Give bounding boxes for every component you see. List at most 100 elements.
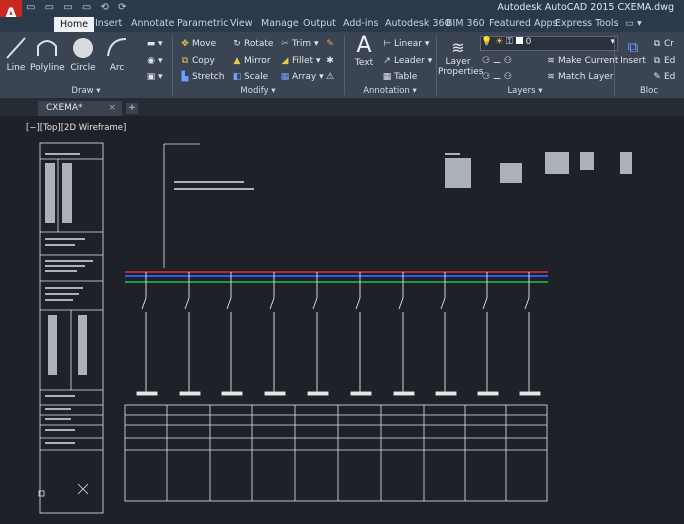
tab-manage[interactable]: Manage (261, 18, 299, 29)
feeder-4 (269, 297, 275, 310)
explode-icon: ✱ (326, 56, 334, 66)
layer-off-icon: ⚆ ⚊ ⚇ (482, 56, 512, 66)
mirror-tool[interactable]: ▲ Mirror (232, 56, 271, 66)
gradient-tool[interactable]: ▣ ▾ (146, 72, 163, 82)
line-tool[interactable]: Line (4, 36, 28, 73)
linear-label: Linear ▾ (394, 39, 430, 49)
move-tool[interactable]: ✥ Move (180, 39, 216, 49)
text-tool[interactable]: A Text (352, 34, 376, 69)
drawing-tab-label: CXEMA* (46, 103, 83, 113)
edit-block-label: Ed (664, 56, 676, 66)
rotate-tool[interactable]: ↻ Rotate (232, 39, 273, 49)
stretch-icon: ▙ (181, 72, 189, 82)
layer-properties-icon: ≋ (451, 38, 465, 57)
tab-home[interactable]: Home (54, 17, 95, 32)
polyline-tool[interactable]: Polyline (30, 36, 65, 73)
stretch-tool[interactable]: ▙ Stretch (180, 72, 225, 82)
layers-panel-label[interactable]: Layers ▾ (436, 86, 614, 97)
modify-panel-label[interactable]: Modify ▾ (172, 86, 344, 97)
copy-icon: ⧉ (181, 56, 189, 66)
feeder-3 (226, 297, 232, 310)
layer-tools-row1[interactable]: ⚆ ⚊ ⚇ (482, 56, 512, 66)
erase-icon: ✎ (326, 39, 334, 49)
linear-dimension-tool[interactable]: ⊢ Linear ▾ (382, 39, 429, 49)
tab-extra-icon[interactable]: ▭ ▾ (625, 18, 642, 29)
trim-tool[interactable]: ✂ Trim ▾ (280, 39, 318, 49)
arc-tool[interactable]: Arc (105, 36, 129, 73)
rotate-icon: ↻ (233, 39, 241, 49)
layer-name-value: 0 (525, 37, 532, 47)
scale-label: Scale (244, 72, 269, 82)
sun-icon: ☀ (495, 37, 504, 47)
array-label: Array ▾ (292, 72, 324, 82)
create-block-label: Cr (664, 39, 674, 49)
make-current-button[interactable]: ≋ Make Current (546, 56, 618, 66)
ribbon: Line Polyline Circle Arc ▬ ▾ ◉ ▾ ▣ ▾ Draw ▾… (0, 32, 684, 99)
erase-tool[interactable]: ✎ (325, 39, 337, 49)
title-bar: ▭ ▭ ▭ ▭ ⟲ ⟳ Autodesk AutoCAD 2015 CXEMA.… (0, 0, 684, 17)
tab-parametric[interactable]: Parametric (177, 18, 228, 29)
drawing-tab[interactable]: CXEMA* × (38, 101, 122, 116)
feeder-10 (524, 297, 530, 310)
tab-autodesk-360[interactable]: Autodesk 360 (385, 18, 451, 29)
tab-insert[interactable]: Insert (95, 18, 122, 29)
mirror-icon: ▲ (233, 56, 241, 66)
text-label: Text (354, 58, 374, 68)
feeder-8 (435, 391, 457, 396)
tab-annotate[interactable]: Annotate (131, 18, 174, 29)
circle-icon (73, 38, 93, 58)
tab-featured-apps[interactable]: Featured Apps (489, 18, 557, 29)
polyline-icon (37, 40, 57, 56)
tab-output[interactable]: Output (303, 18, 336, 29)
array-tool[interactable]: ▦ Array ▾ (280, 72, 324, 82)
draw-panel-label[interactable]: Draw ▾ (0, 86, 172, 97)
feeder-10 (519, 391, 541, 396)
copy-tool[interactable]: ⧉ Copy (180, 56, 215, 66)
circle-tool[interactable]: Circle (66, 36, 100, 73)
create-block-button[interactable]: ⧉ Cr (652, 39, 674, 49)
move-label: Move (192, 39, 217, 49)
document-tabs: CXEMA* × + (0, 98, 684, 116)
offset-tool[interactable]: ⚠ (325, 72, 337, 82)
quick-access-toolbar[interactable]: ▭ ▭ ▭ ▭ ⟲ ⟳ (26, 2, 129, 13)
close-icon[interactable]: × (108, 101, 116, 116)
layer-properties-button[interactable]: ≋ Layer Properties (438, 38, 483, 77)
tab-express-tools[interactable]: Express Tools (555, 18, 619, 29)
block-panel-label[interactable]: Bloc (614, 86, 684, 97)
match-layer-button[interactable]: ≋ Match Layer (546, 72, 613, 82)
leader-tool[interactable]: ↗ Leader ▾ (382, 56, 432, 66)
tab-bim-360[interactable]: BIM 360 (446, 18, 485, 29)
hatch-icon: ◉ (147, 56, 155, 66)
feeder-7 (393, 391, 415, 396)
linear-dimension-icon: ⊢ (383, 39, 391, 49)
scale-tool[interactable]: ◧ Scale (232, 72, 268, 82)
circle-label: Circle (70, 63, 96, 73)
feeder-7 (398, 297, 404, 310)
match-layer-label: Match Layer (558, 72, 614, 82)
arc-label: Arc (109, 63, 125, 73)
line-icon (6, 37, 26, 59)
hatch-tool[interactable]: ◉ ▾ (146, 56, 162, 66)
layer-tools-row2[interactable]: ⚆ ⚊ ⚇ (482, 72, 512, 82)
window-title: Autodesk AutoCAD 2015 CXEMA.dwg (497, 2, 674, 13)
make-current-icon: ≋ (547, 56, 555, 66)
rectangle-tool[interactable]: ▬ ▾ (146, 39, 163, 49)
edit-attributes-button[interactable]: ✎ Ed (652, 72, 675, 82)
annotation-panel-label[interactable]: Annotation ▾ (344, 86, 436, 97)
new-tab-button[interactable]: + (126, 103, 138, 114)
tab-add-ins[interactable]: Add-ins (343, 18, 378, 29)
ribbon-tabs: Home Insert Annotate Parametric View Man… (0, 17, 684, 32)
rotate-label: Rotate (244, 39, 274, 49)
insert-block-button[interactable]: ⧉ Insert (620, 38, 646, 66)
table-tool[interactable]: ▦ Table (382, 72, 418, 82)
layer-dropdown[interactable]: 💡 ☀ ⚿ 0 ▾ (480, 36, 618, 51)
edit-block-button[interactable]: ⧉ Ed (652, 56, 676, 66)
feeder-2 (179, 391, 201, 396)
explode-tool[interactable]: ✱ (325, 56, 337, 66)
feeder-2 (184, 297, 190, 310)
fillet-tool[interactable]: ◢ Fillet ▾ (280, 56, 321, 66)
table-icon: ▦ (382, 72, 392, 82)
offset-icon: ⚠ (325, 72, 335, 82)
feeder-6 (355, 297, 361, 310)
tab-view[interactable]: View (230, 18, 253, 29)
